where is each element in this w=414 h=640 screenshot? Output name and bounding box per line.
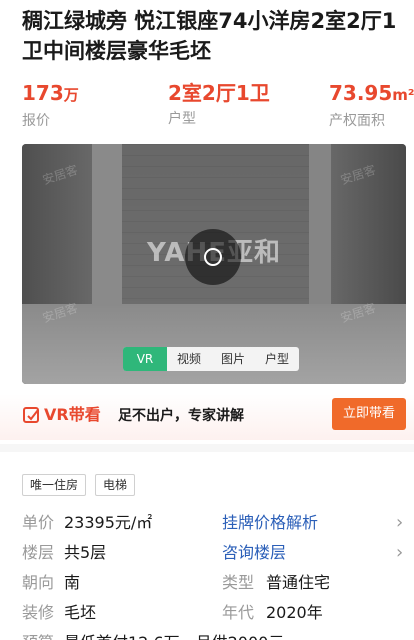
area-unit: m² [392, 86, 414, 104]
decoration-value: 毛坯 [64, 603, 97, 622]
play-icon[interactable] [185, 229, 241, 285]
layout-value: 2室2厅1卫 [168, 81, 270, 105]
unit-price-label: 单价 [22, 513, 55, 532]
tab-floorplan[interactable]: 户型 [255, 347, 299, 371]
chevron-right-icon[interactable]: › [396, 541, 403, 565]
price-analysis-link[interactable]: 挂牌价格解析 [222, 511, 318, 535]
price-label: 报价 [22, 113, 50, 129]
vr-icon [23, 407, 39, 423]
tag-elevator: 电梯 [95, 474, 136, 496]
media-gallery[interactable]: 安居客 安居客 安居客 安居客 YAHE亚和 VR 视频 图片 户型 [22, 144, 406, 384]
unit-price-value: 23395元/㎡ [64, 513, 153, 532]
orientation-value: 南 [64, 573, 81, 592]
price-unit: 万 [63, 86, 79, 104]
tag-sole-residence: 唯一住房 [22, 474, 87, 496]
section-divider [0, 444, 414, 452]
orientation-label: 朝向 [22, 573, 55, 592]
ask-floor-link[interactable]: 咨询楼层 [222, 541, 286, 565]
year-label: 年代 [222, 603, 255, 622]
start-vr-tour-button[interactable]: 立即带看 [332, 398, 406, 430]
type-value: 普通住宅 [266, 573, 331, 592]
vr-subtitle: 足不出户，专家讲解 [118, 408, 244, 424]
price-stat: 173万 报价 [22, 80, 79, 132]
budget-label: 预算 [22, 631, 54, 640]
price-value: 173 [22, 81, 64, 105]
vr-title: VR带看 [44, 405, 101, 424]
listing-title: 稠江绿城旁 悦江银座74小洋房2室2厅1卫中间楼层豪华毛坯 [22, 9, 397, 63]
floor-label: 楼层 [22, 543, 55, 562]
area-stat: 73.95m² 产权面积 [329, 80, 414, 132]
chevron-right-icon[interactable]: › [396, 511, 403, 535]
decoration-label: 装修 [22, 603, 55, 622]
tab-video[interactable]: 视频 [167, 347, 211, 371]
feature-tags: 唯一住房 电梯 [22, 474, 136, 496]
area-value: 73.95 [329, 81, 393, 105]
floor-value: 共5层 [64, 543, 107, 562]
key-stats: 173万 报价 2室2厅1卫 户型 73.95m² 产权面积 [0, 80, 414, 130]
tab-vr[interactable]: VR [123, 347, 167, 371]
vr-tour-bar: VR带看 足不出户，专家讲解 立即带看 [0, 394, 414, 440]
tab-photos[interactable]: 图片 [211, 347, 255, 371]
year-value: 2020年 [266, 603, 323, 622]
layout-stat: 2室2厅1卫 户型 [168, 80, 270, 130]
layout-label: 户型 [168, 111, 196, 127]
media-tabs: VR 视频 图片 户型 [123, 347, 299, 371]
budget-value: 最低首付12.6万，月供2000元 [64, 631, 284, 640]
area-label: 产权面积 [329, 113, 385, 129]
type-label: 类型 [222, 573, 255, 592]
